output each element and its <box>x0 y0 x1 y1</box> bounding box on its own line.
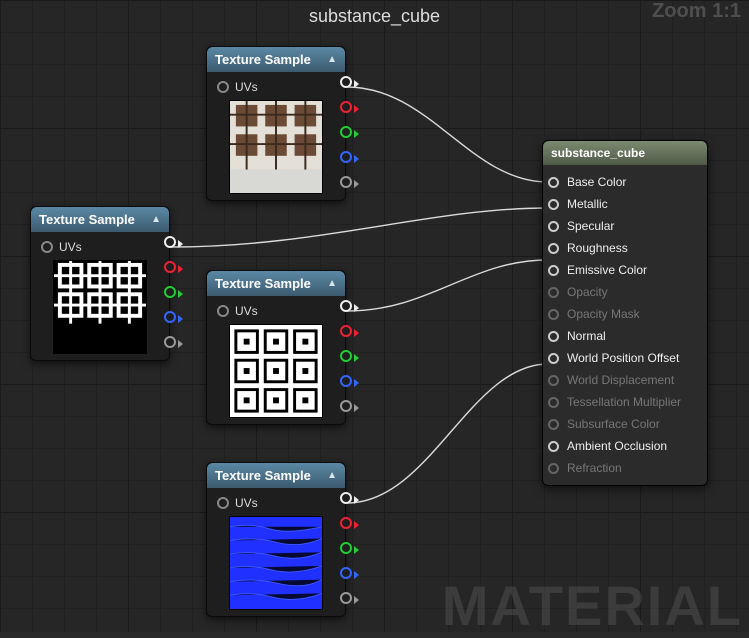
input-label: World Position Offset <box>567 351 679 365</box>
input-pin[interactable] <box>548 463 559 474</box>
input-label: Ambient Occlusion <box>567 439 667 453</box>
material-input-base-color[interactable]: Base Color <box>543 171 707 193</box>
input-pin[interactable] <box>548 441 559 452</box>
g-output-pin[interactable] <box>340 542 352 554</box>
texture-thumbnail <box>53 260 147 354</box>
uvs-label: UVs <box>235 496 258 510</box>
rgba-output-pin[interactable] <box>340 492 352 504</box>
texture-sample-node[interactable]: Texture Sample ▲ UVs <box>206 462 346 617</box>
rgba-output-pin[interactable] <box>340 76 352 88</box>
node-header[interactable]: Texture Sample ▲ <box>207 463 345 488</box>
collapse-icon[interactable]: ▲ <box>327 54 337 65</box>
texture-sample-node[interactable]: Texture Sample ▲ UVs <box>206 270 346 425</box>
input-label: Emissive Color <box>567 263 647 277</box>
b-output-pin[interactable] <box>164 311 176 323</box>
g-output-pin[interactable] <box>340 126 352 138</box>
node-header[interactable]: substance_cube <box>543 141 707 165</box>
input-label: Subsurface Color <box>567 417 660 431</box>
material-input-emissive-color[interactable]: Emissive Color <box>543 259 707 281</box>
texture-thumbnail <box>229 100 323 194</box>
uvs-input-pin[interactable] <box>217 81 229 93</box>
material-input-roughness[interactable]: Roughness <box>543 237 707 259</box>
uvs-input-pin[interactable] <box>217 497 229 509</box>
uvs-input-pin[interactable] <box>217 305 229 317</box>
material-input-tessellation-multiplier[interactable]: Tessellation Multiplier <box>543 391 707 413</box>
input-label: Metallic <box>567 197 608 211</box>
input-label: Specular <box>567 219 614 233</box>
material-output-node[interactable]: substance_cube Base Color Metallic Specula… <box>542 140 708 486</box>
g-output-pin[interactable] <box>164 286 176 298</box>
node-title: Texture Sample <box>215 468 311 483</box>
input-label: Refraction <box>567 461 622 475</box>
node-title: Texture Sample <box>215 52 311 67</box>
node-header[interactable]: Texture Sample ▲ <box>31 207 169 232</box>
input-label: Base Color <box>567 175 626 189</box>
input-pin[interactable] <box>548 309 559 320</box>
node-title: Texture Sample <box>215 276 311 291</box>
collapse-icon[interactable]: ▲ <box>327 278 337 289</box>
input-pin[interactable] <box>548 331 559 342</box>
texture-sample-node[interactable]: Texture Sample ▲ UVs <box>206 46 346 201</box>
rgba-output-pin[interactable] <box>340 300 352 312</box>
r-output-pin[interactable] <box>340 325 352 337</box>
input-pin[interactable] <box>548 265 559 276</box>
input-pin[interactable] <box>548 397 559 408</box>
material-input-world-position-offset[interactable]: World Position Offset <box>543 347 707 369</box>
rgba-output-pin[interactable] <box>164 236 176 248</box>
input-label: Roughness <box>567 241 628 255</box>
input-pin[interactable] <box>548 177 559 188</box>
input-pin[interactable] <box>548 221 559 232</box>
input-pin[interactable] <box>548 419 559 430</box>
input-label: Tessellation Multiplier <box>567 395 681 409</box>
input-label: Opacity <box>567 285 608 299</box>
a-output-pin[interactable] <box>340 176 352 188</box>
b-output-pin[interactable] <box>340 151 352 163</box>
uvs-input-pin[interactable] <box>41 241 53 253</box>
g-output-pin[interactable] <box>340 350 352 362</box>
material-node-title: substance_cube <box>551 146 645 160</box>
material-input-specular[interactable]: Specular <box>543 215 707 237</box>
node-header[interactable]: Texture Sample ▲ <box>207 47 345 72</box>
r-output-pin[interactable] <box>340 101 352 113</box>
collapse-icon[interactable]: ▲ <box>151 214 161 225</box>
texture-thumbnail <box>229 324 323 418</box>
r-output-pin[interactable] <box>340 517 352 529</box>
collapse-icon[interactable]: ▲ <box>327 470 337 481</box>
r-output-pin[interactable] <box>164 261 176 273</box>
input-label: Opacity Mask <box>567 307 640 321</box>
input-pin[interactable] <box>548 199 559 210</box>
material-input-refraction[interactable]: Refraction <box>543 457 707 479</box>
material-input-opacity[interactable]: Opacity <box>543 281 707 303</box>
texture-thumbnail <box>229 516 323 610</box>
node-title: Texture Sample <box>39 212 135 227</box>
input-pin[interactable] <box>548 353 559 364</box>
a-output-pin[interactable] <box>164 336 176 348</box>
material-input-subsurface-color[interactable]: Subsurface Color <box>543 413 707 435</box>
b-output-pin[interactable] <box>340 375 352 387</box>
material-input-metallic[interactable]: Metallic <box>543 193 707 215</box>
material-input-ambient-occlusion[interactable]: Ambient Occlusion <box>543 435 707 457</box>
input-pin[interactable] <box>548 243 559 254</box>
uvs-label: UVs <box>235 80 258 94</box>
uvs-label: UVs <box>59 240 82 254</box>
material-input-world-displacement[interactable]: World Displacement <box>543 369 707 391</box>
input-pin[interactable] <box>548 287 559 298</box>
b-output-pin[interactable] <box>340 567 352 579</box>
a-output-pin[interactable] <box>340 400 352 412</box>
input-pin[interactable] <box>548 375 559 386</box>
input-label: Normal <box>567 329 606 343</box>
uvs-label: UVs <box>235 304 258 318</box>
material-input-normal[interactable]: Normal <box>543 325 707 347</box>
node-header[interactable]: Texture Sample ▲ <box>207 271 345 296</box>
graph-title: substance_cube <box>0 6 749 27</box>
material-input-opacity-mask[interactable]: Opacity Mask <box>543 303 707 325</box>
zoom-label: Zoom 1:1 <box>652 0 741 23</box>
input-label: World Displacement <box>567 373 674 387</box>
a-output-pin[interactable] <box>340 592 352 604</box>
texture-sample-node[interactable]: Texture Sample ▲ UVs <box>30 206 170 361</box>
